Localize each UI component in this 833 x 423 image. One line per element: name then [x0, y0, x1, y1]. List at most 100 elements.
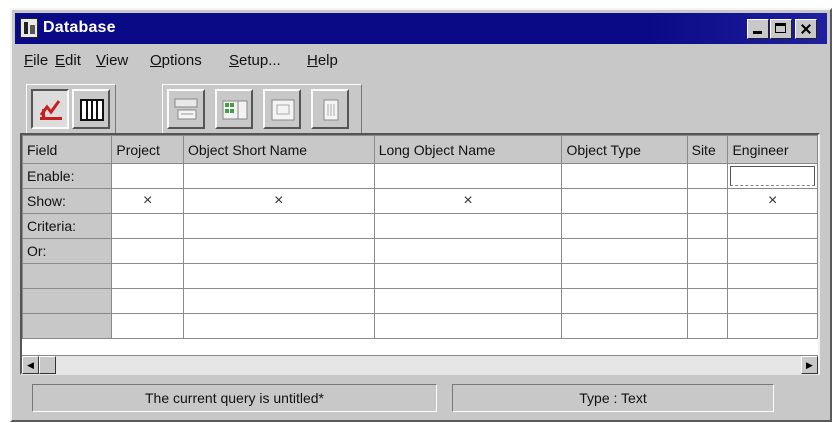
grid-cell[interactable]	[727, 238, 818, 264]
toolbar-group-tools	[162, 84, 362, 134]
app-icon[interactable]	[20, 18, 38, 38]
grid-cell[interactable]: ×	[373, 188, 563, 214]
query-chart-button[interactable]	[31, 89, 69, 129]
menu-file[interactable]: File	[24, 52, 48, 69]
grid-cell[interactable]	[727, 263, 818, 289]
grid-cell[interactable]	[686, 163, 729, 189]
row-label-show: Show:	[22, 188, 113, 214]
query-grid: Field Project Object Short Name Long Obj…	[20, 133, 820, 375]
grid-cell[interactable]	[686, 213, 729, 239]
grid-row-empty	[22, 263, 818, 289]
grid-cell[interactable]	[111, 263, 184, 289]
grid-cell[interactable]	[561, 313, 688, 339]
grid-cell[interactable]	[111, 238, 184, 264]
grid-cell[interactable]	[727, 213, 818, 239]
menu-view-label: iew	[105, 52, 129, 69]
grid-cell[interactable]	[686, 288, 729, 314]
grid-cell-active[interactable]	[727, 163, 818, 189]
grid-cell[interactable]	[111, 288, 184, 314]
grid-cell[interactable]	[373, 263, 563, 289]
row-label-or: Or:	[22, 238, 113, 264]
grid-cell[interactable]: ×	[727, 188, 818, 214]
menu-options-accel: O	[150, 52, 162, 69]
grid-cell[interactable]	[373, 288, 563, 314]
grid-cell[interactable]	[561, 163, 688, 189]
grid-cell[interactable]	[182, 213, 375, 239]
window-title: Database	[43, 19, 116, 36]
scroll-right-icon[interactable]: ▶	[801, 356, 818, 374]
menu-edit-accel: E	[55, 52, 66, 69]
menu-file-label: ile	[33, 52, 49, 69]
grid-cell[interactable]	[111, 213, 184, 239]
grid-view-button[interactable]	[72, 89, 110, 129]
grid-cell[interactable]	[686, 313, 729, 339]
grid-cell[interactable]	[561, 238, 688, 264]
menu-file-accel: F	[24, 52, 34, 69]
row-label-empty	[22, 313, 113, 339]
grid-cell[interactable]	[111, 313, 184, 339]
column-header-field: Field	[22, 135, 113, 164]
grid-cell[interactable]	[561, 213, 688, 239]
grid-cell[interactable]	[373, 313, 563, 339]
grid-cell[interactable]	[561, 188, 688, 214]
scroll-left-icon[interactable]: ◀	[22, 356, 39, 374]
menu-edit-label: dit	[65, 52, 81, 69]
delete-button[interactable]	[311, 89, 349, 129]
grid-header-row: Field Project Object Short Name Long Obj…	[22, 135, 818, 164]
grid-view-icon	[80, 99, 104, 121]
grid-cell[interactable]	[561, 288, 688, 314]
query-chart-icon	[39, 100, 62, 120]
grid-cell[interactable]	[686, 188, 729, 214]
menu-edit[interactable]: Edit	[55, 52, 81, 69]
report-button[interactable]	[263, 89, 301, 129]
horizontal-scrollbar[interactable]: ◀ ▶	[22, 355, 818, 375]
form-view-icon	[174, 98, 198, 120]
form-view-button[interactable]	[167, 89, 205, 129]
grid-cell[interactable]	[182, 163, 375, 189]
menu-view[interactable]: View	[96, 52, 128, 69]
show-check-mark: ×	[142, 192, 153, 209]
column-header-long-object-name[interactable]: Long Object Name	[373, 135, 563, 164]
grid-row-empty	[22, 313, 818, 339]
column-header-object-short-name[interactable]: Object Short Name	[182, 135, 375, 164]
grid-row-criteria: Criteria:	[22, 213, 818, 239]
grid-cell[interactable]	[373, 163, 563, 189]
menu-options[interactable]: Options	[150, 52, 202, 69]
grid-cell[interactable]	[727, 313, 818, 339]
grid-cell[interactable]	[686, 238, 729, 264]
row-label-criteria: Criteria:	[22, 213, 113, 239]
grid-cell[interactable]	[111, 163, 184, 189]
scroll-thumb[interactable]	[39, 356, 56, 374]
table-columns-button[interactable]	[215, 89, 253, 129]
grid-cell[interactable]	[727, 288, 818, 314]
title-bar[interactable]: Database	[15, 13, 827, 44]
grid-row-show: Show: × × × ×	[22, 188, 818, 214]
grid-cell[interactable]: ×	[182, 188, 375, 214]
menu-setup[interactable]: Setup...	[229, 52, 281, 69]
menu-help-label: elp	[317, 52, 338, 69]
grid-cell[interactable]	[182, 263, 375, 289]
row-label-empty	[22, 263, 113, 289]
grid-cell[interactable]	[561, 263, 688, 289]
close-icon[interactable]	[795, 19, 817, 39]
maximize-icon[interactable]	[770, 19, 792, 39]
menu-help[interactable]: Help	[307, 52, 338, 69]
active-cell-editor[interactable]	[730, 166, 815, 186]
table-columns-icon	[222, 100, 248, 120]
show-check-mark: ×	[274, 192, 284, 209]
minimize-icon[interactable]	[747, 19, 769, 39]
column-header-site[interactable]: Site	[686, 135, 729, 164]
grid-cell[interactable]: ×	[111, 188, 184, 214]
column-header-object-type[interactable]: Object Type	[561, 135, 688, 164]
show-check-mark: ×	[768, 192, 778, 209]
grid-cell[interactable]	[182, 288, 375, 314]
menu-setup-label: etup...	[239, 52, 281, 69]
grid-cell[interactable]	[182, 238, 375, 264]
grid-cell[interactable]	[686, 263, 729, 289]
column-header-engineer[interactable]: Engineer	[727, 135, 818, 164]
grid-cell[interactable]	[373, 238, 563, 264]
grid-cell[interactable]	[182, 313, 375, 339]
grid-cell[interactable]	[373, 213, 563, 239]
column-header-project[interactable]: Project	[111, 135, 184, 164]
toolbar-group-views	[26, 84, 116, 134]
